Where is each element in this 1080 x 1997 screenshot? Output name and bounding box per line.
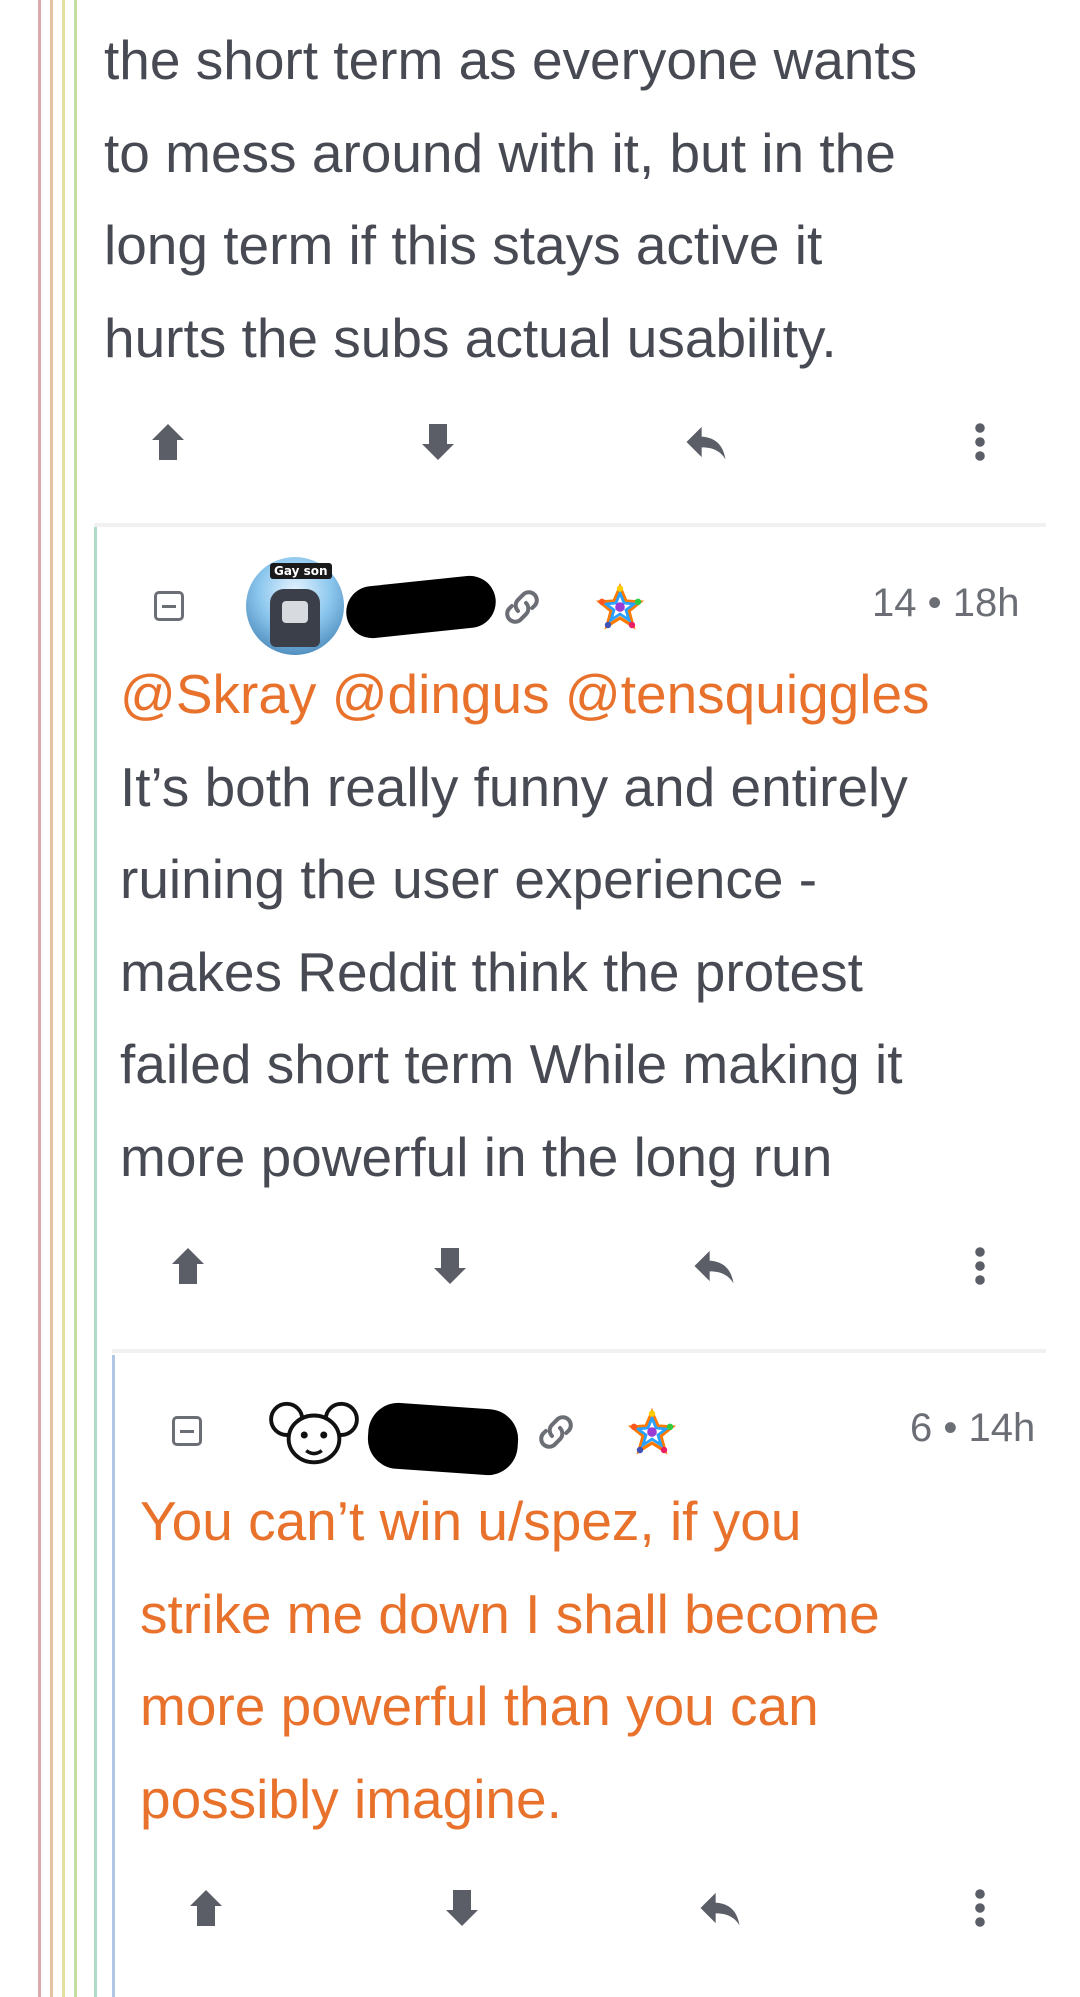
comment-3-actions (166, 1868, 1056, 1948)
arrow-down-icon (422, 424, 454, 460)
redacted-username[interactable] (343, 573, 499, 641)
upvote-button[interactable] (128, 402, 208, 482)
more-vertical-icon (975, 1247, 985, 1285)
comment-3-body: You can’t win u/spez, if you strike me d… (140, 1475, 880, 1845)
timestamp: 14h (968, 1406, 1036, 1450)
comment-2-body: @Skray @dingus @tensquiggles It’s both r… (120, 648, 930, 1203)
more-options-button[interactable] (940, 1226, 1020, 1306)
link-icon[interactable] (498, 583, 546, 631)
upvote-button[interactable] (148, 1226, 228, 1306)
downvote-button[interactable] (410, 1226, 490, 1306)
thread-line-4 (74, 0, 77, 1997)
meta-separator: • (943, 1406, 958, 1450)
avatar-face (282, 601, 308, 623)
comment-divider (94, 523, 1046, 527)
score: 14 (872, 581, 917, 625)
arrow-up-icon (190, 1890, 222, 1926)
more-options-button[interactable] (940, 402, 1020, 482)
comment-line: more powerful than you can (140, 1675, 819, 1737)
arrow-up-icon (172, 1248, 204, 1284)
comment-line: ruining the user experience - (120, 848, 818, 910)
comment-meta: 14 • 18h (872, 581, 1020, 626)
comment-line: the short term as everyone wants (104, 29, 918, 91)
comment-2-header: Gay son 14 • 18h (120, 545, 1050, 665)
comment-meta: 6 • 14h (910, 1406, 1035, 1451)
meta-separator: • (927, 581, 942, 625)
comment-line: to mess around with it, but in the (104, 121, 896, 184)
arrow-up-icon (152, 424, 184, 460)
more-vertical-icon (975, 423, 985, 461)
comment-divider (112, 1349, 1046, 1353)
reply-button[interactable] (680, 1868, 760, 1948)
comment-line: long term if this stays active it (104, 214, 823, 276)
downvote-button[interactable] (398, 402, 478, 482)
comment-line: failed short term While making it (120, 1033, 903, 1095)
redacted-username[interactable] (365, 1400, 521, 1478)
collapse-icon[interactable] (172, 1416, 202, 1446)
comment-2-actions (148, 1226, 1048, 1306)
comment-line: possibly imagine. (140, 1767, 562, 1830)
comment-line: more powerful in the long run (120, 1125, 833, 1188)
comment-1-body: the short term as everyone wants to mess… (104, 14, 917, 384)
comment-line: You can’t win u/spez, if you (140, 1490, 802, 1552)
reply-icon (694, 1250, 734, 1284)
rainbow-star-icon (628, 1408, 676, 1455)
comment-3-header: 6 • 14h (138, 1370, 1050, 1490)
score: 6 (910, 1406, 933, 1450)
link-icon[interactable] (532, 1408, 580, 1456)
thread-line-6 (112, 1355, 115, 1997)
comment-line: strike me down I shall become (140, 1582, 880, 1645)
mention-links[interactable]: @Skray @dingus @tensquiggles (120, 648, 930, 741)
comment-1-actions (128, 402, 1028, 482)
avatar[interactable] (266, 1396, 362, 1474)
upvote-button[interactable] (166, 1868, 246, 1948)
arrow-down-icon (446, 1890, 478, 1926)
reply-button[interactable] (674, 1226, 754, 1306)
rainbow-star-icon (596, 583, 644, 630)
thread-line-1 (38, 0, 41, 1997)
more-options-button[interactable] (940, 1868, 1020, 1948)
downvote-button[interactable] (422, 1868, 502, 1948)
reply-icon (686, 426, 726, 460)
thread-line-2 (50, 0, 53, 1997)
timestamp: 18h (952, 581, 1020, 625)
comment-line: makes Reddit think the protest (120, 940, 863, 1003)
thread-line-3 (62, 0, 65, 1997)
arrow-down-icon (434, 1248, 466, 1284)
avatar-label: Gay son (270, 563, 332, 579)
comment-line: It’s both really funny and entirely (120, 755, 908, 818)
reply-icon (700, 1892, 740, 1926)
more-vertical-icon (975, 1889, 985, 1927)
comment-line: hurts the subs actual usability. (104, 306, 837, 369)
collapse-icon[interactable] (154, 591, 184, 621)
reply-button[interactable] (666, 402, 746, 482)
thread-line-5 (94, 525, 97, 1997)
